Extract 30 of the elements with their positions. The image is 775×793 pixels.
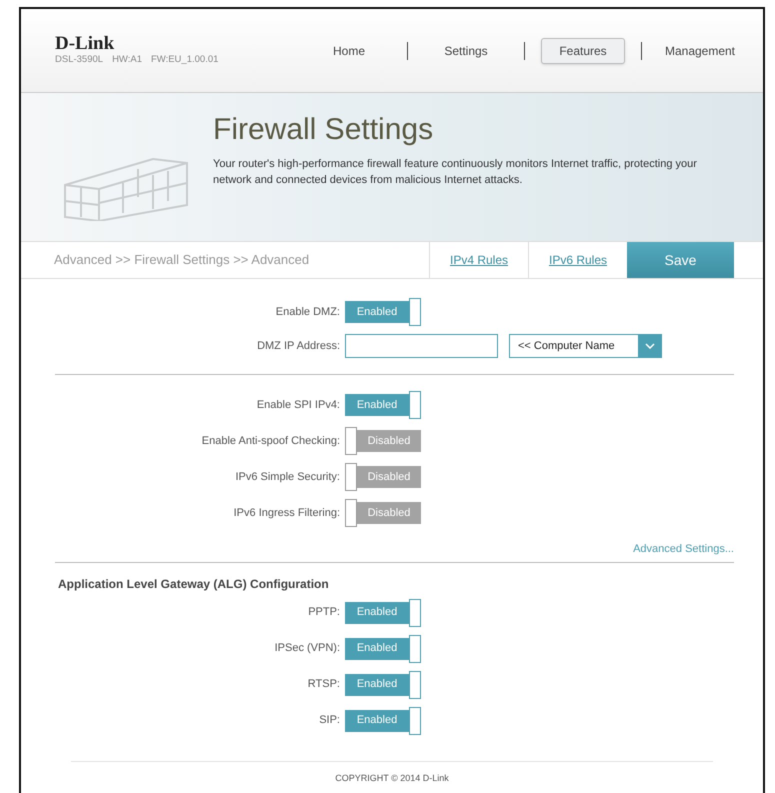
page-title: Firewall Settings	[213, 112, 434, 148]
copyright-text: COPYRIGHT © 2014 D-Link	[334, 772, 450, 784]
field-label: Enable DMZ:	[274, 304, 341, 320]
model-text: DSL-3590L	[55, 52, 104, 67]
computer-name-dropdown[interactable]: << Computer Name	[509, 334, 662, 358]
field-label: IPSec (VPN):	[274, 641, 341, 656]
field-label: RTSP:	[306, 677, 341, 692]
field-label: DMZ IP Address:	[256, 338, 341, 354]
hardware-text: HW:A1	[112, 52, 142, 67]
brick-wall-icon	[63, 155, 191, 221]
field-label: Enable Anti-spoof Checking:	[200, 434, 341, 449]
field-label: Enable SPI IPv4:	[256, 398, 341, 413]
field-label: PPTP:	[307, 605, 341, 620]
section-heading: Application Level Gateway (ALG) Configuration	[57, 576, 330, 592]
advanced-settings-link[interactable]: Advanced Settings...	[633, 541, 734, 558]
field-label: IPv6 Simple Security:	[234, 470, 341, 485]
nav-tab[interactable]: Home	[307, 38, 391, 64]
field-label: IPv6 Ingress Filtering:	[232, 506, 341, 521]
chevron-down-icon	[644, 343, 654, 349]
nav-tab[interactable]: Management	[658, 38, 742, 64]
nav-tab[interactable]: Features	[541, 38, 625, 64]
firmware-text: FW:EU_1.00.01	[150, 52, 218, 67]
logo: D-Link	[55, 34, 116, 53]
page-description: Your router's high-performance firewall feature continuously monitors Internet traffic, protecting your network and connected devices from malicious Internet attacks.	[213, 157, 698, 188]
input-field[interactable]	[345, 334, 498, 358]
save-button[interactable]: Save	[627, 242, 734, 278]
nav-tab[interactable]: Settings	[424, 38, 508, 64]
rules-link[interactable]: IPv4 Rules	[429, 242, 528, 278]
field-label: SIP:	[318, 713, 341, 728]
breadcrumb: Advanced >> Firewall Settings >> Advanced	[53, 251, 310, 270]
